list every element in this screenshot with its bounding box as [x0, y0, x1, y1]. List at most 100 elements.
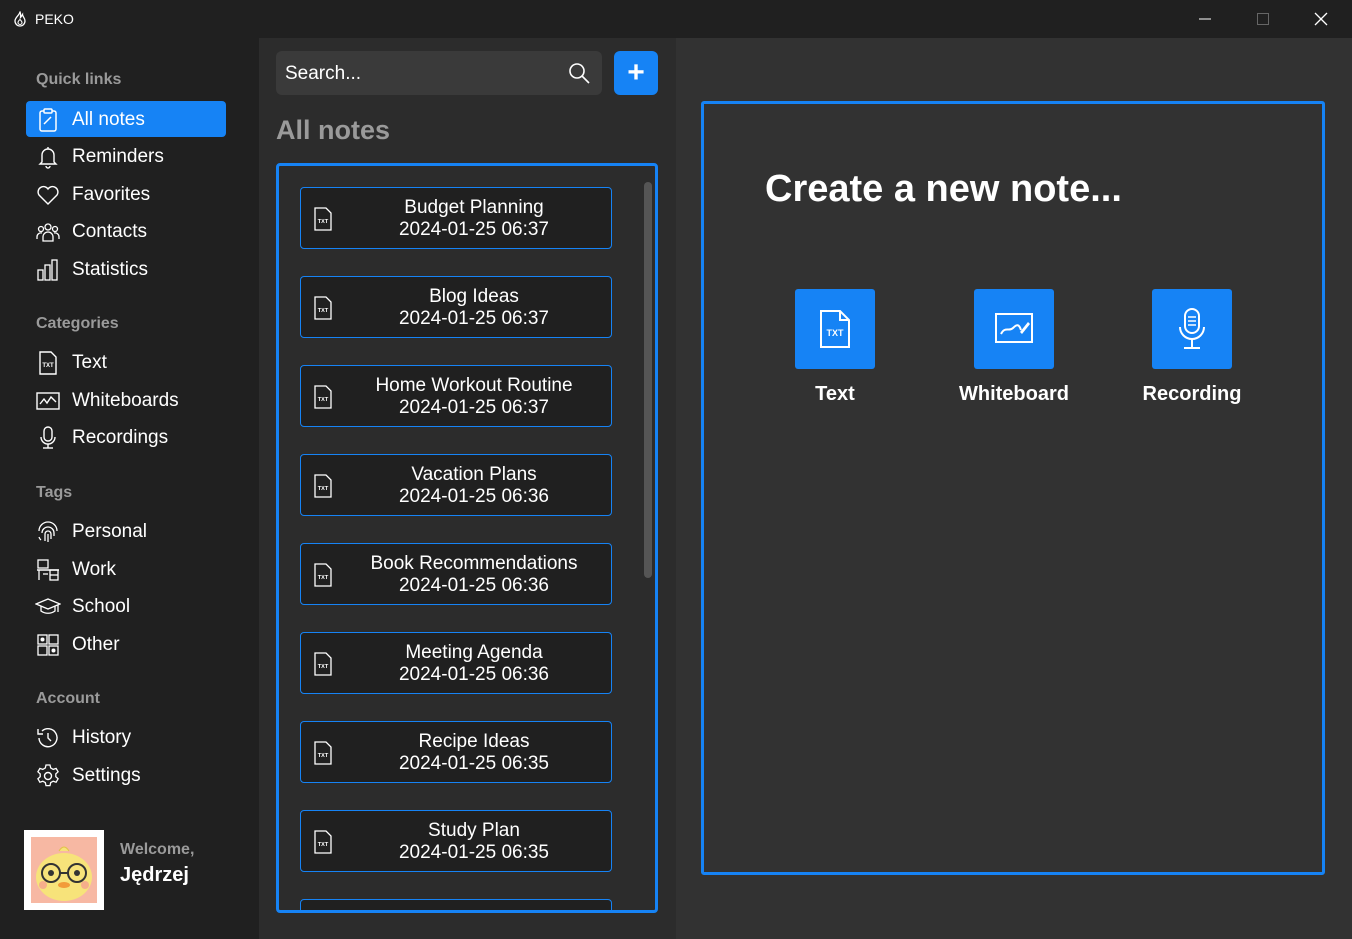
welcome-text: Welcome,: [120, 841, 195, 858]
txt-file-icon: TXT: [314, 652, 332, 676]
clipboard-icon: [39, 108, 57, 132]
avatar[interactable]: [24, 830, 104, 910]
sidebar-item-school[interactable]: School: [26, 588, 226, 624]
section-title-quick-links: Quick links: [36, 71, 122, 88]
microphone-icon: [1179, 308, 1205, 349]
avatar-image: [31, 837, 97, 903]
sidebar-item-reminders[interactable]: Reminders: [26, 138, 226, 174]
username: Jędrzej: [120, 864, 189, 886]
txt-file-icon: TXT: [820, 310, 850, 348]
create-whiteboard-button[interactable]: [974, 289, 1054, 369]
search-input[interactable]: Search...: [276, 51, 602, 95]
note-date: 2024-01-25 06:35: [398, 842, 549, 863]
note-date: 2024-01-25 06:37: [398, 308, 549, 329]
note-date: 2024-01-25 06:36: [398, 664, 549, 685]
sidebar-item-all-notes[interactable]: All notes: [26, 101, 226, 137]
note-title: Recipe Ideas: [418, 731, 530, 752]
txt-file-icon: TXT: [39, 351, 57, 375]
create-recording-button[interactable]: [1152, 289, 1232, 369]
bar-chart-icon: [37, 259, 58, 281]
note-title: Meeting Agenda: [405, 642, 543, 663]
sidebar-item-contacts[interactable]: Contacts: [26, 213, 226, 249]
people-icon: [36, 223, 60, 242]
sidebar-item-label: Settings: [72, 765, 141, 786]
create-note-panel: Create a new note... TXT Text Whiteboard…: [701, 101, 1325, 875]
svg-text:TXT: TXT: [318, 664, 329, 670]
svg-text:TXT: TXT: [318, 486, 329, 492]
sidebar-item-label: Recordings: [72, 427, 169, 448]
sidebar-item-label: All notes: [72, 109, 145, 130]
sidebar-item-favorites[interactable]: Favorites: [26, 176, 226, 212]
sidebar-item-personal[interactable]: Personal: [26, 513, 226, 549]
txt-file-icon: TXT: [314, 830, 332, 854]
sidebar-item-recordings[interactable]: Recordings: [26, 419, 226, 455]
note-title: Budget Planning: [404, 197, 544, 218]
section-title-account: Account: [36, 690, 100, 707]
app-title: PEKO: [35, 11, 74, 27]
duck-avatar-icon: [31, 837, 97, 903]
txt-file-icon: TXT: [314, 296, 332, 320]
note-card[interactable]: TXT Meeting Agenda 2024-01-25 06:36: [300, 632, 612, 694]
sidebar-item-label: Contacts: [72, 221, 147, 242]
search-placeholder: Search...: [285, 63, 362, 84]
svg-text:TXT: TXT: [318, 219, 329, 225]
note-title: Vacation Plans: [411, 464, 537, 485]
bell-icon: [38, 147, 58, 169]
sidebar-item-work[interactable]: Work: [26, 551, 226, 587]
note-date: 2024-01-25 06:37: [398, 219, 549, 240]
history-icon: [37, 728, 58, 748]
grid-icon: [37, 634, 59, 656]
flame-icon: [14, 11, 26, 27]
note-card[interactable]: TXT Study Plan 2024-01-25 06:35: [300, 810, 612, 872]
note-card[interactable]: TXT Home Workout Routine 2024-01-25 06:37: [300, 365, 612, 427]
maximize-button[interactable]: [1234, 0, 1292, 38]
create-note-area: Create a new note... TXT Text Whiteboard…: [676, 38, 1352, 939]
note-card[interactable]: TXT Recipe Ideas 2024-01-25 06:35: [300, 721, 612, 783]
create-recording-label: Recording: [1142, 383, 1242, 405]
sidebar-item-label: School: [72, 596, 131, 617]
note-date: 2024-01-25 06:36: [398, 486, 549, 507]
svg-text:TXT: TXT: [318, 753, 329, 759]
scrollbar[interactable]: [644, 182, 652, 578]
sidebar-item-text[interactable]: TXT Text: [26, 344, 226, 380]
note-card[interactable]: TXT Book Recommendations 2024-01-25 06:36: [300, 543, 612, 605]
sidebar-item-history[interactable]: History: [26, 719, 226, 755]
create-text-label: Text: [815, 383, 855, 405]
minimize-button[interactable]: [1176, 0, 1234, 38]
sidebar-item-whiteboards[interactable]: Whiteboards: [26, 382, 226, 418]
microphone-icon: [40, 426, 56, 449]
svg-text:TXT: TXT: [318, 308, 329, 314]
svg-text:TXT: TXT: [827, 328, 845, 338]
heart-icon: [37, 185, 59, 205]
sidebar: Quick links All notes Reminders Favorite…: [0, 38, 259, 939]
svg-text:TXT: TXT: [42, 363, 54, 369]
title-bar: PEKO: [0, 0, 1352, 38]
notes-list: TXT Budget Planning 2024-01-25 06:37 TXT …: [276, 163, 658, 913]
sidebar-item-label: Reminders: [72, 146, 164, 167]
fingerprint-icon: [38, 521, 58, 542]
svg-text:TXT: TXT: [318, 575, 329, 581]
section-title-categories: Categories: [36, 315, 119, 332]
note-card[interactable]: TXT Vacation Plans 2024-01-25 06:36: [300, 454, 612, 516]
whiteboard-icon: [36, 392, 60, 410]
sidebar-item-label: Whiteboards: [72, 390, 179, 411]
sidebar-item-settings[interactable]: Settings: [26, 757, 226, 793]
close-button[interactable]: [1292, 0, 1350, 38]
note-card-partial[interactable]: [300, 899, 612, 910]
note-card[interactable]: TXT Budget Planning 2024-01-25 06:37: [300, 187, 612, 249]
sidebar-item-statistics[interactable]: Statistics: [26, 251, 226, 287]
note-date: 2024-01-25 06:35: [398, 753, 549, 774]
add-note-button[interactable]: +: [614, 51, 658, 95]
sidebar-item-label: Favorites: [72, 184, 151, 205]
gear-icon: [37, 764, 59, 787]
note-card[interactable]: TXT Blog Ideas 2024-01-25 06:37: [300, 276, 612, 338]
graduation-cap-icon: [35, 598, 61, 614]
sidebar-item-label: Other: [72, 634, 120, 655]
txt-file-icon: TXT: [314, 741, 332, 765]
create-text-button[interactable]: TXT: [795, 289, 875, 369]
note-date: 2024-01-25 06:36: [398, 575, 549, 596]
create-whiteboard-label: Whiteboard: [959, 383, 1069, 405]
txt-file-icon: TXT: [314, 474, 332, 498]
search-icon[interactable]: [567, 61, 591, 85]
sidebar-item-other[interactable]: Other: [26, 626, 226, 662]
